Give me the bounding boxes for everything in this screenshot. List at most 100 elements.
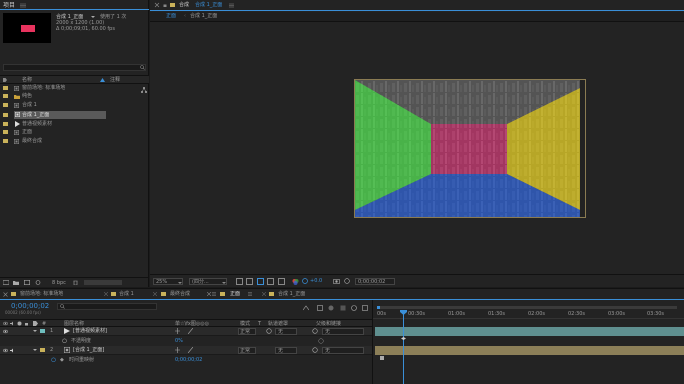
property-row[interactable]: ◆ 时间重映射 0;00;00;02 [0,356,372,364]
close-tab-icon[interactable] [261,291,267,297]
panel-menu-icon[interactable] [212,292,216,296]
quality-switch-icon[interactable] [187,327,194,335]
panel-menu-icon[interactable] [229,3,234,8]
graph-editor-icon[interactable] [362,305,368,311]
zoom-dropdown[interactable]: 25% [153,278,183,285]
lock-icon[interactable] [163,3,167,7]
resolution-dropdown[interactable]: (四分... [189,278,227,285]
panel-menu-icon[interactable] [20,3,26,8]
visibility-eye-icon[interactable] [2,329,9,334]
viewer-tab-label[interactable]: 合成 [179,3,189,8]
opacity-keyframe-icon[interactable] [401,336,406,340]
timeline-tab[interactable]: 合成 1_正面 [278,292,305,297]
parent-dropdown[interactable]: 无 [322,328,364,335]
timeline-tab[interactable]: 窗前场地: 标准场地 [20,292,63,297]
list-item[interactable]: 窗前场地: 标准场地 [0,85,140,92]
viewer-tab-comp[interactable]: 合成 1_正面 [195,3,222,8]
visibility-eye-icon[interactable] [2,348,9,353]
color-channel-icon[interactable] [292,278,299,285]
list-item[interactable]: 纯色 [0,93,140,100]
close-tab-icon[interactable] [103,291,109,297]
keyframe-marker[interactable] [380,356,384,360]
track-matte-dropdown[interactable]: 无 [275,347,297,354]
time-ruler[interactable]: 00s 00:30s 01:00s 01:30s 02:00s 02:30s 0… [373,311,684,319]
col-layer-name[interactable]: 图层名称 [64,321,84,327]
track-matte-pickwhip-icon[interactable] [266,328,272,334]
comp-dropdown-icon[interactable] [91,15,95,19]
playhead-line[interactable] [403,311,404,384]
stopwatch-icon[interactable] [51,357,56,363]
project-search-input[interactable] [3,64,146,71]
exposure-value[interactable]: +0.0 [310,279,322,284]
blend-mode-dropdown[interactable]: 正常 [238,328,256,335]
layer-duration-bar[interactable] [375,346,684,355]
shy-switch-icon[interactable] [175,328,180,334]
col-comment-header[interactable]: 注释 [110,78,120,83]
comp-flowchart-icon[interactable] [317,305,323,311]
breadcrumb-next[interactable]: 合成 1_正面 [190,14,217,19]
breadcrumb-active[interactable]: 正面 [166,14,176,19]
twirl-down-icon[interactable] [33,329,37,333]
twirl-down-icon[interactable] [33,348,37,352]
parent-dropdown[interactable]: 无 [322,347,364,354]
frame-blending-icon[interactable] [340,305,346,311]
motion-blur-icon[interactable] [351,305,357,311]
list-item[interactable]: 正面 [0,129,140,136]
list-item[interactable]: 最终合成 [0,138,140,145]
list-item[interactable]: 普通视频素材 [0,121,140,128]
layer-name[interactable]: [合成 1_正面] [73,348,104,353]
col-track-matte[interactable]: 轨道遮罩 [268,321,288,327]
timeline-tab[interactable]: 合成 1 [119,292,134,297]
project-settings-icon[interactable] [35,280,41,285]
parent-pickwhip-icon[interactable] [312,347,318,353]
exposure-icon[interactable] [302,278,308,284]
new-composition-icon[interactable] [24,280,31,286]
viewer-timecode[interactable]: 0;00;00;02 [355,278,395,285]
timeline-tab[interactable]: 最终合成 [170,292,190,297]
work-area-bar[interactable] [377,306,677,309]
snapshot-camera-icon[interactable] [333,278,340,284]
interpret-footage-icon[interactable] [2,280,10,285]
flowchart-icon[interactable] [141,87,147,93]
expression-pickwhip-icon[interactable] [318,338,324,344]
property-value[interactable]: 0;00;00;02 [175,357,202,363]
shy-switch-icon[interactable] [175,347,180,353]
playhead-handle-icon[interactable] [400,310,407,315]
fast-preview-icon[interactable] [236,278,243,285]
stopwatch-icon[interactable] [62,338,67,344]
comp-frame[interactable] [354,79,586,218]
keyframe-nav-icon[interactable]: ◆ [60,357,64,363]
layer-name[interactable]: [普通视频素材] [73,329,107,334]
timeline-timecode[interactable]: 0;00;00;02 [11,303,49,310]
col-parent[interactable]: 父级和链接 [316,321,341,327]
panel-menu-icon[interactable] [248,292,252,296]
list-item-selected[interactable]: 合成 1_正面 [14,111,106,119]
work-area-start[interactable] [377,306,380,309]
property-value[interactable]: 0% [175,338,183,344]
label-color-swatch[interactable] [40,329,45,333]
audio-icon[interactable] [10,348,15,353]
guides-icon[interactable] [267,278,274,285]
timeline-search-input[interactable] [57,303,157,310]
col-mode[interactable]: 模式 [240,321,250,327]
blend-mode-dropdown[interactable]: 正常 [238,347,256,354]
label-color-swatch[interactable] [40,348,45,352]
list-item[interactable]: 合成 1 [0,102,140,109]
project-scrollbar[interactable] [84,280,122,285]
close-tab-icon[interactable] [152,291,158,297]
parent-pickwhip-icon[interactable] [312,328,318,334]
layer-row[interactable]: 2 [合成 1_正面] 正常 无 无 [0,346,372,355]
show-snapshot-icon[interactable] [344,278,350,284]
property-row[interactable]: 不透明度 0% [0,337,372,345]
bpc-button[interactable]: 8 bpc [52,281,66,286]
track-matte-dropdown[interactable]: 无 [275,328,297,335]
close-tab-icon[interactable] [154,2,160,8]
close-tab-icon[interactable] [3,292,8,297]
layer-duration-bar[interactable] [375,327,684,336]
transparency-grid-icon[interactable] [246,278,253,285]
trash-icon[interactable] [73,280,78,286]
new-folder-icon[interactable] [13,280,19,285]
timeline-tab-active[interactable]: 正面 [230,292,240,297]
mask-visibility-icon[interactable] [257,278,264,285]
col-name-header[interactable]: 名称 [22,78,32,83]
